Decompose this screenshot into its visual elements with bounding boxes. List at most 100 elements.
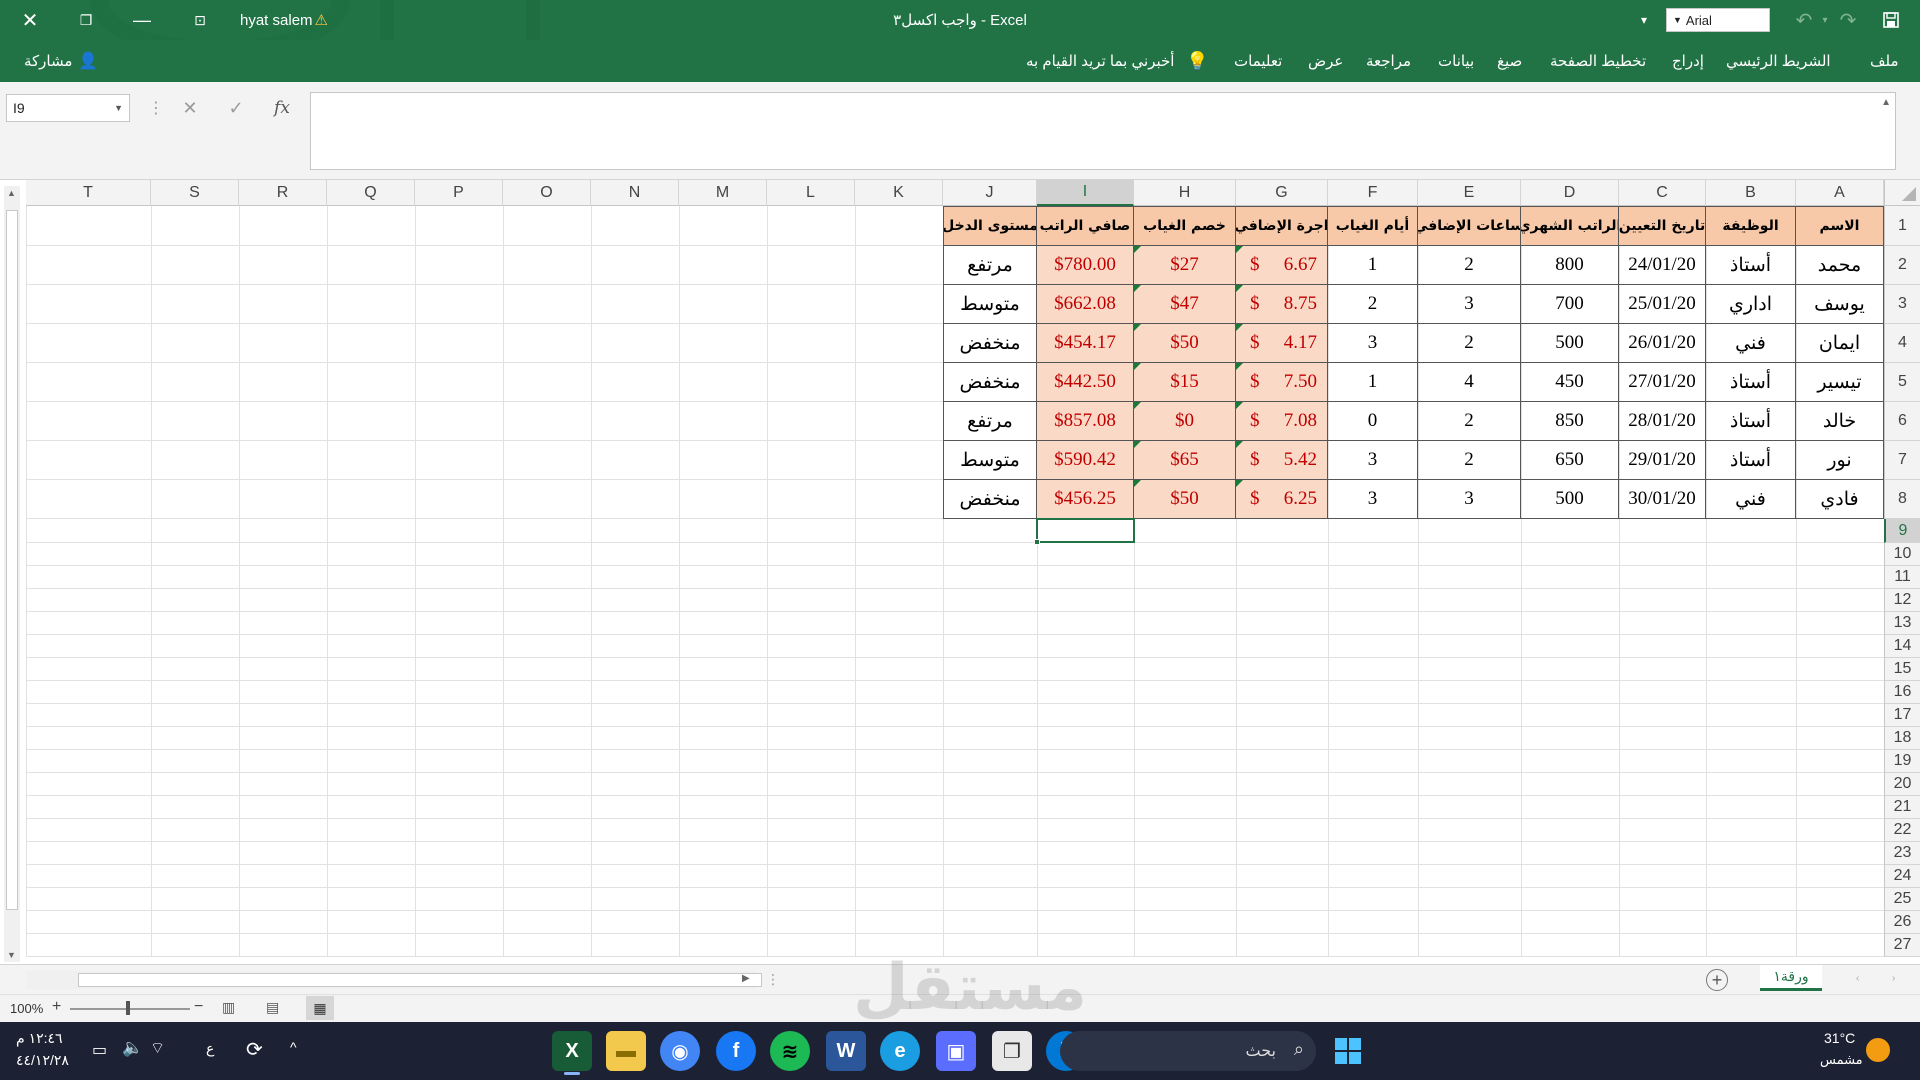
column-header-k[interactable]: K <box>855 180 943 206</box>
add-sheet-button[interactable]: + <box>1706 969 1728 991</box>
formula-input[interactable]: ▲ <box>310 92 1896 170</box>
row-header-6[interactable]: 6 <box>1884 402 1920 441</box>
file-explorer-icon[interactable]: ▬ <box>606 1031 646 1071</box>
table-cell[interactable]: متوسط <box>943 285 1037 324</box>
row-header-3[interactable]: 3 <box>1884 285 1920 324</box>
table-cell[interactable]: $0 <box>1134 402 1236 441</box>
table-cell[interactable]: 1 <box>1328 363 1418 402</box>
error-indicator-icon[interactable] <box>1236 246 1243 253</box>
table-cell[interactable]: 0 <box>1328 402 1418 441</box>
table-cell[interactable]: $6.67 <box>1236 246 1328 285</box>
row-header-16[interactable]: 16 <box>1884 681 1920 704</box>
row-header-8[interactable]: 8 <box>1884 480 1920 519</box>
column-header-b[interactable]: B <box>1706 180 1796 206</box>
table-cell[interactable]: 1 <box>1328 246 1418 285</box>
zoom-level[interactable]: 100% <box>10 1001 43 1016</box>
column-header-j[interactable]: J <box>943 180 1037 206</box>
table-header-cell[interactable]: الراتب الشهري <box>1521 206 1619 246</box>
table-cell[interactable]: فني <box>1706 324 1796 363</box>
row-header-27[interactable]: 27 <box>1884 934 1920 957</box>
row-header-18[interactable]: 18 <box>1884 727 1920 750</box>
column-header-s[interactable]: S <box>151 180 239 206</box>
error-indicator-icon[interactable] <box>1236 402 1243 409</box>
column-header-t[interactable]: T <box>26 180 151 206</box>
horizontal-scrollbar[interactable] <box>26 971 762 989</box>
table-cell[interactable]: نور <box>1796 441 1884 480</box>
table-cell[interactable]: $454.17 <box>1037 324 1134 363</box>
column-header-l[interactable]: L <box>767 180 855 206</box>
table-header-cell[interactable]: خصم الغياب <box>1134 206 1236 246</box>
task-view-icon[interactable]: ❐ <box>992 1031 1032 1071</box>
table-cell[interactable]: مرتفع <box>943 402 1037 441</box>
table-cell[interactable]: $780.00 <box>1037 246 1134 285</box>
scroll-thumb[interactable] <box>6 210 18 910</box>
column-header-i[interactable]: I <box>1037 180 1134 206</box>
zoom-slider-thumb[interactable] <box>126 1001 130 1015</box>
table-header-cell[interactable]: مستوى الدخل <box>943 206 1037 246</box>
chevron-up-icon[interactable]: ^ <box>290 1039 297 1055</box>
table-cell[interactable]: أستاذ <box>1706 363 1796 402</box>
table-cell[interactable]: $47 <box>1134 285 1236 324</box>
clock-time[interactable]: ١٢:٤٦ م <box>16 1030 63 1047</box>
column-header-h[interactable]: H <box>1134 180 1236 206</box>
undo-dropdown-icon[interactable]: ▾ <box>1818 0 1832 40</box>
error-indicator-icon[interactable] <box>1134 402 1141 409</box>
error-indicator-icon[interactable] <box>1134 480 1141 487</box>
table-cell[interactable]: 2 <box>1418 441 1521 480</box>
table-cell[interactable]: يوسف <box>1796 285 1884 324</box>
table-cell[interactable]: 30/01/20 <box>1619 480 1706 519</box>
table-cell[interactable]: 4 <box>1418 363 1521 402</box>
error-indicator-icon[interactable] <box>1236 363 1243 370</box>
table-cell[interactable]: 850 <box>1521 402 1619 441</box>
excel-taskbar-icon[interactable]: X <box>552 1031 592 1075</box>
table-cell[interactable]: 3 <box>1328 441 1418 480</box>
error-indicator-icon[interactable] <box>1236 480 1243 487</box>
weather-temp[interactable]: 31°C <box>1824 1030 1855 1046</box>
page-layout-view-icon[interactable]: ▥ <box>222 999 235 1016</box>
minimize-icon[interactable]: — <box>122 0 162 40</box>
clock-date[interactable]: ٤٤/١٢/٢٨ <box>16 1052 69 1069</box>
row-header-9[interactable]: 9 <box>1884 519 1920 543</box>
ribbon-display-icon[interactable]: ⊡ <box>180 0 220 40</box>
chevron-down-icon[interactable]: ▼ <box>114 103 123 113</box>
redo-icon[interactable]: ↷ <box>1834 0 1862 40</box>
row-header-10[interactable]: 10 <box>1884 543 1920 566</box>
tab-home[interactable]: الشريط الرئيسي <box>1726 40 1831 82</box>
row-header-1[interactable]: 1 <box>1884 206 1920 246</box>
row-header-14[interactable]: 14 <box>1884 635 1920 658</box>
edge-icon[interactable]: e <box>880 1031 920 1071</box>
table-header-cell[interactable]: تاريخ التعيين <box>1619 206 1706 246</box>
table-cell[interactable]: 500 <box>1521 324 1619 363</box>
row-header-22[interactable]: 22 <box>1884 819 1920 842</box>
table-cell[interactable]: $5.42 <box>1236 441 1328 480</box>
table-cell[interactable]: 3 <box>1328 324 1418 363</box>
table-cell[interactable]: فادي <box>1796 480 1884 519</box>
chrome-icon[interactable]: ◉ <box>660 1031 700 1071</box>
battery-icon[interactable]: ▭ <box>92 1040 107 1060</box>
table-cell[interactable]: 700 <box>1521 285 1619 324</box>
table-header-cell[interactable]: الوظيفة <box>1706 206 1796 246</box>
undo-icon[interactable]: ↶ <box>1790 0 1818 40</box>
vertical-scrollbar[interactable]: ▲ ▼ <box>4 186 20 962</box>
table-cell[interactable]: $50 <box>1134 324 1236 363</box>
column-header-f[interactable]: F <box>1328 180 1418 206</box>
restore-icon[interactable]: ❐ <box>66 0 106 40</box>
error-indicator-icon[interactable] <box>1236 285 1243 292</box>
volume-icon[interactable]: 🔈 <box>122 1038 143 1058</box>
row-header-23[interactable]: 23 <box>1884 842 1920 865</box>
normal-view-icon[interactable]: ▦ <box>306 996 334 1020</box>
row-header-24[interactable]: 24 <box>1884 865 1920 888</box>
column-header-p[interactable]: P <box>415 180 503 206</box>
chevron-up-icon[interactable]: ▲ <box>1881 97 1891 108</box>
prev-sheet-icon[interactable]: ‹ <box>1856 973 1859 984</box>
table-cell[interactable]: 28/01/20 <box>1619 402 1706 441</box>
table-header-cell[interactable]: اجرة الإضافي <box>1236 206 1328 246</box>
table-cell[interactable]: $50 <box>1134 480 1236 519</box>
table-cell[interactable]: $6.25 <box>1236 480 1328 519</box>
table-header-cell[interactable]: ساعات الإضافي <box>1418 206 1521 246</box>
row-header-15[interactable]: 15 <box>1884 658 1920 681</box>
sync-icon[interactable]: ⟳ <box>246 1037 263 1062</box>
enter-icon[interactable]: ✓ <box>218 94 254 122</box>
table-cell[interactable]: أستاذ <box>1706 402 1796 441</box>
table-cell[interactable]: $662.08 <box>1037 285 1134 324</box>
